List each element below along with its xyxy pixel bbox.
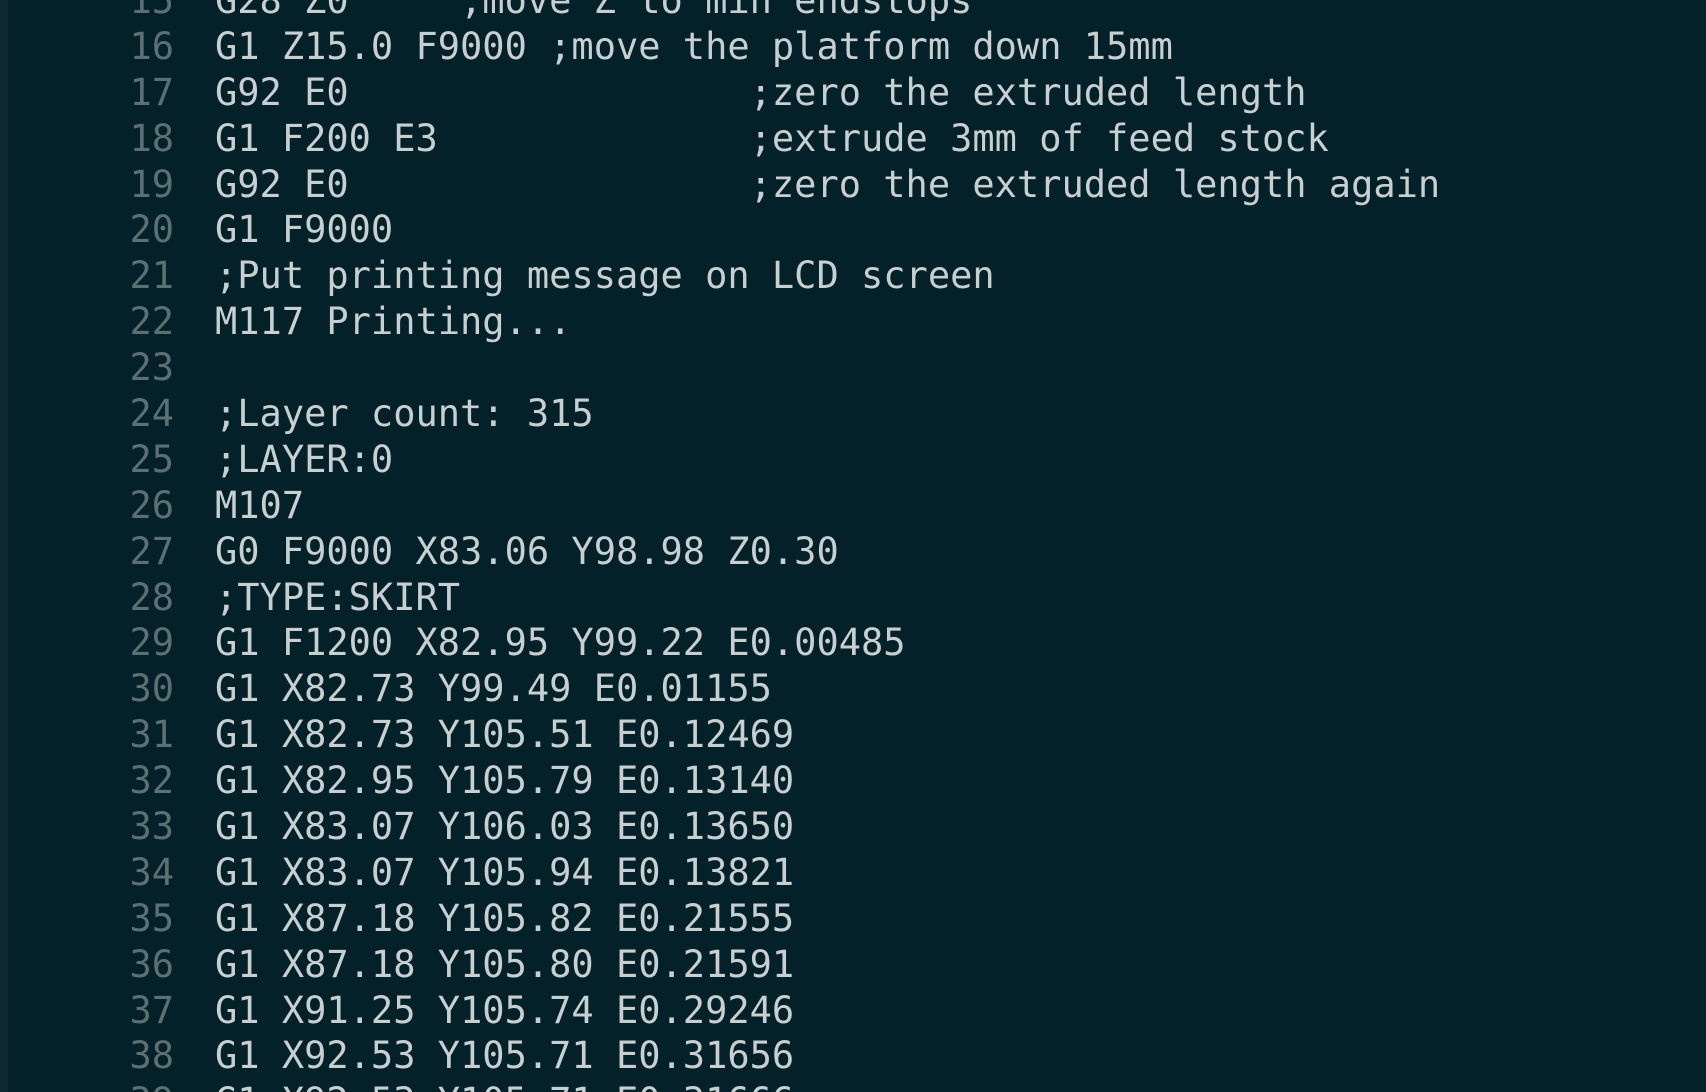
line-text[interactable]: G92 E0 ;zero the extruded length	[215, 70, 1307, 116]
code-line[interactable]: 23	[8, 345, 1706, 391]
line-number: 35	[129, 896, 174, 940]
code-line[interactable]: 26 M107	[8, 483, 1706, 529]
line-text[interactable]: ;TYPE:SKIRT	[215, 575, 460, 621]
code-editor[interactable]: 15 G28 Z0 ;move Z to min endstops 16 G1 Z1…	[8, 0, 1706, 1092]
code-line[interactable]: 38 G1 X92.53 Y105.71 E0.31656	[8, 1033, 1706, 1079]
line-number: 25	[129, 437, 174, 481]
line-text[interactable]: G1 X92.53 Y105.71 E0.31656	[215, 1033, 794, 1079]
line-text[interactable]: M117 Printing...	[215, 299, 571, 345]
code-line[interactable]: 16 G1 Z15.0 F9000 ;move the platform down…	[8, 24, 1706, 70]
window-left-edge	[0, 0, 8, 1092]
line-number: 23	[129, 346, 174, 390]
code-line[interactable]: 28 ;TYPE:SKIRT	[8, 575, 1706, 621]
line-text[interactable]: G1 X82.95 Y105.79 E0.13140	[215, 758, 794, 804]
line-text[interactable]: M107	[215, 483, 304, 529]
line-number: 27	[129, 529, 174, 573]
line-number: 26	[129, 483, 174, 527]
line-text[interactable]: G1 X87.18 Y105.80 E0.21591	[215, 942, 794, 988]
line-number: 22	[129, 300, 174, 344]
line-text[interactable]: ;Layer count: 315	[215, 391, 594, 437]
line-number: 21	[129, 254, 174, 298]
line-number: 18	[129, 116, 174, 160]
line-text[interactable]: ;Put printing message on LCD screen	[215, 253, 995, 299]
line-text[interactable]: G1 X83.07 Y106.03 E0.13650	[215, 804, 794, 850]
line-text[interactable]: G1 X83.07 Y105.94 E0.13821	[215, 850, 794, 896]
code-line[interactable]: 27 G0 F9000 X83.06 Y98.98 Z0.30	[8, 529, 1706, 575]
line-text[interactable]: G1 F9000	[215, 207, 393, 253]
code-line[interactable]: 31 G1 X82.73 Y105.51 E0.12469	[8, 712, 1706, 758]
line-number: 32	[129, 759, 174, 803]
line-number: 19	[129, 162, 174, 206]
line-number: 30	[129, 667, 174, 711]
line-text[interactable]: ;LAYER:0	[215, 437, 393, 483]
line-number: 20	[129, 208, 174, 252]
line-text[interactable]: G1 X87.18 Y105.82 E0.21555	[215, 896, 794, 942]
line-number: 17	[129, 70, 174, 114]
line-number: 36	[129, 942, 174, 986]
code-line[interactable]: 15 G28 Z0 ;move Z to min endstops	[8, 0, 1706, 24]
code-line[interactable]: 36 G1 X87.18 Y105.80 E0.21591	[8, 942, 1706, 988]
line-number: 34	[129, 850, 174, 894]
code-lines: 15 G28 Z0 ;move Z to min endstops 16 G1 Z1…	[8, 0, 1706, 1092]
code-line[interactable]: 19 G92 E0 ;zero the extruded length again	[8, 162, 1706, 208]
code-line[interactable]: 34 G1 X83.07 Y105.94 E0.13821	[8, 850, 1706, 896]
line-number: 33	[129, 805, 174, 849]
code-line[interactable]: 25 ;LAYER:0	[8, 437, 1706, 483]
code-line[interactable]: 21 ;Put printing message on LCD screen	[8, 253, 1706, 299]
line-text[interactable]: G1 X92.53 Y105.71 E0.31666	[215, 1079, 794, 1092]
line-text[interactable]: G1 X82.73 Y99.49 E0.01155	[215, 666, 772, 712]
line-number: 39	[8, 1079, 174, 1092]
line-text[interactable]: G1 F200 E3 ;extrude 3mm of feed stock	[215, 116, 1329, 162]
code-line[interactable]: 39 G1 X92.53 Y105.71 E0.31666	[8, 1079, 1706, 1092]
line-number: 15	[129, 0, 174, 22]
line-text[interactable]: G0 F9000 X83.06 Y98.98 Z0.30	[215, 529, 839, 575]
code-line[interactable]: 32 G1 X82.95 Y105.79 E0.13140	[8, 758, 1706, 804]
code-line[interactable]: 20 G1 F9000	[8, 207, 1706, 253]
line-text[interactable]: G1 X91.25 Y105.74 E0.29246	[215, 988, 794, 1034]
line-number: 24	[129, 392, 174, 436]
code-line[interactable]: 22 M117 Printing...	[8, 299, 1706, 345]
code-line[interactable]: 18 G1 F200 E3 ;extrude 3mm of feed stock	[8, 116, 1706, 162]
code-line[interactable]: 29 G1 F1200 X82.95 Y99.22 E0.00485	[8, 620, 1706, 666]
line-number: 28	[129, 575, 174, 619]
line-text[interactable]: G1 Z15.0 F9000 ;move the platform down 1…	[215, 24, 1173, 70]
code-line[interactable]: 30 G1 X82.73 Y99.49 E0.01155	[8, 666, 1706, 712]
line-text[interactable]: G28 Z0 ;move Z to min endstops	[215, 0, 972, 24]
line-number: 16	[129, 24, 174, 68]
line-number: 37	[129, 988, 174, 1032]
line-number: 31	[129, 713, 174, 757]
line-number: 38	[129, 1034, 174, 1078]
code-line[interactable]: 33 G1 X83.07 Y106.03 E0.13650	[8, 804, 1706, 850]
line-number: 29	[129, 621, 174, 665]
line-text[interactable]: G1 X82.73 Y105.51 E0.12469	[215, 712, 794, 758]
code-line[interactable]: 37 G1 X91.25 Y105.74 E0.29246	[8, 988, 1706, 1034]
code-line[interactable]: 24 ;Layer count: 315	[8, 391, 1706, 437]
code-line[interactable]: 35 G1 X87.18 Y105.82 E0.21555	[8, 896, 1706, 942]
line-text[interactable]: G92 E0 ;zero the extruded length again	[215, 162, 1440, 208]
code-line[interactable]: 17 G92 E0 ;zero the extruded length	[8, 70, 1706, 116]
line-text[interactable]: G1 F1200 X82.95 Y99.22 E0.00485	[215, 620, 906, 666]
